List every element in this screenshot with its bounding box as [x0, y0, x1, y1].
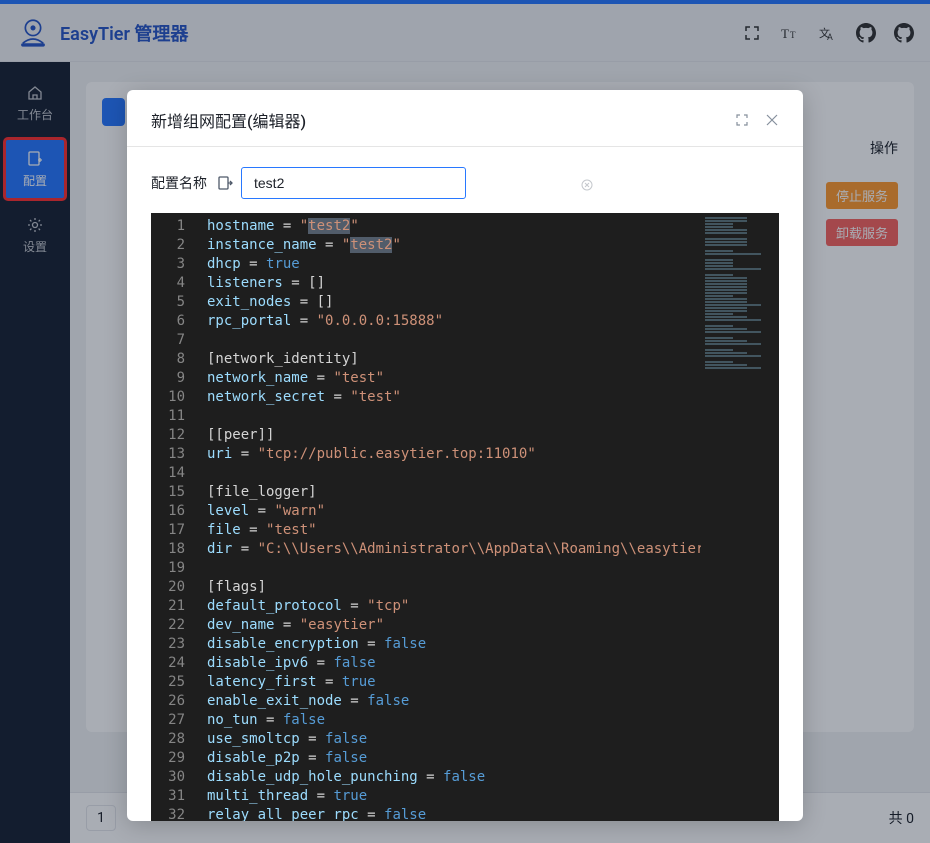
clear-input-icon[interactable] — [581, 176, 595, 190]
config-name-row: 配置名称 — [127, 147, 803, 213]
modal-title: 新增组网配置(编辑器) — [151, 108, 306, 132]
modal-overlay[interactable]: 新增组网配置(编辑器) 配置名称 12345678910111213141516… — [0, 0, 930, 843]
config-name-label: 配置名称 — [151, 173, 207, 193]
editor-minimap[interactable] — [701, 213, 779, 821]
code-editor[interactable]: 1234567891011121314151617181920212223242… — [151, 213, 779, 821]
config-name-input[interactable] — [241, 167, 466, 199]
modal-header: 新增组网配置(编辑器) — [127, 90, 803, 147]
editor-gutter: 1234567891011121314151617181920212223242… — [151, 213, 197, 821]
import-icon[interactable] — [217, 175, 233, 191]
modal-fullscreen-icon[interactable] — [735, 113, 749, 127]
config-editor-modal: 新增组网配置(编辑器) 配置名称 12345678910111213141516… — [127, 90, 803, 821]
close-icon[interactable] — [765, 113, 779, 127]
editor-content[interactable]: hostname = "test2"instance_name = "test2… — [197, 213, 779, 821]
